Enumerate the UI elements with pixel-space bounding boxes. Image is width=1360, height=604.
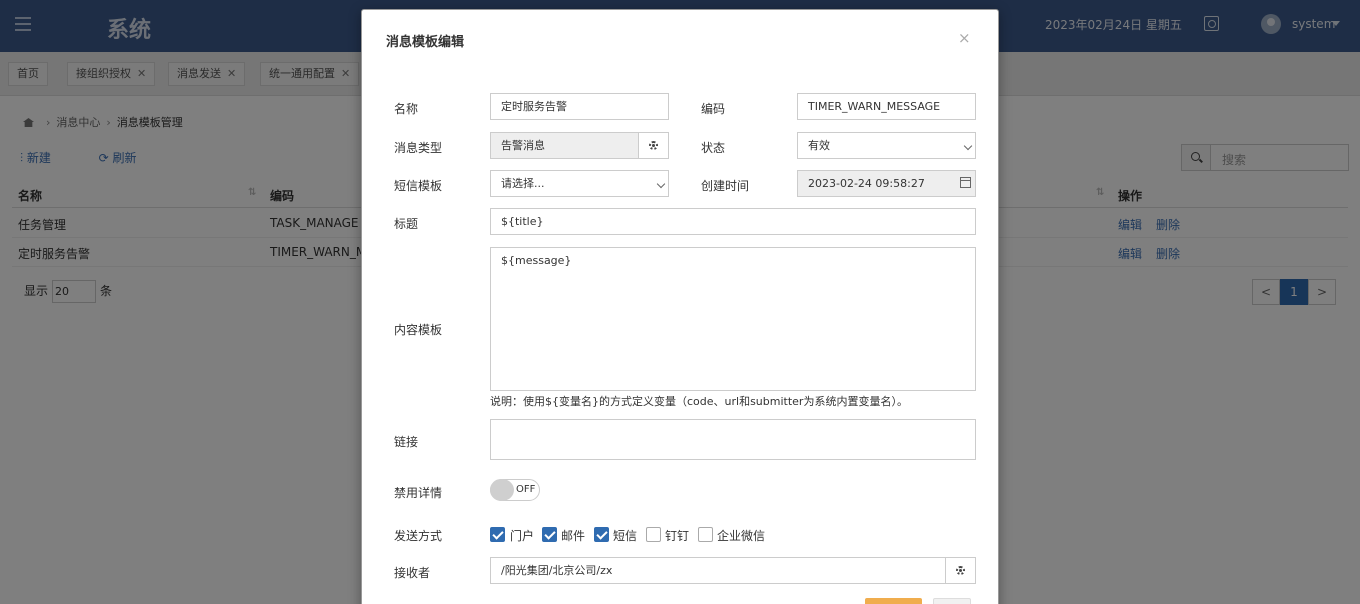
sms-template-select[interactable]: 请选择... — [490, 170, 669, 197]
name-label: 名称 — [394, 102, 419, 116]
dingtalk-label: 钉钉 — [665, 529, 690, 543]
created-time-label: 创建时间 — [701, 179, 750, 193]
gear-icon — [649, 141, 658, 150]
sms-template-value: 请选择... — [501, 177, 545, 190]
receiver-label: 接收者 — [394, 566, 431, 580]
code-label: 编码 — [701, 102, 726, 116]
code-field[interactable]: TIMER_WARN_MESSAGE — [797, 93, 976, 120]
send-method-label: 发送方式 — [394, 529, 443, 543]
subject-label: 标题 — [394, 217, 419, 231]
status-value: 有效 — [808, 139, 830, 152]
chevron-down-icon — [963, 141, 973, 151]
cancel-button[interactable] — [933, 598, 971, 604]
email-checkbox[interactable] — [542, 527, 557, 542]
dialog-title: 消息模板编辑 — [386, 35, 465, 50]
message-type-field[interactable]: 告警消息 — [490, 132, 639, 159]
chevron-down-icon — [656, 179, 666, 189]
disable-detail-label: 禁用详情 — [394, 486, 443, 500]
dingtalk-checkbox[interactable] — [646, 527, 661, 542]
gear-icon — [956, 566, 965, 575]
message-type-label: 消息类型 — [394, 141, 443, 155]
close-icon[interactable]: × — [958, 29, 971, 47]
toggle-knob — [490, 479, 514, 501]
link-label: 链接 — [394, 435, 419, 449]
save-button[interactable] — [865, 598, 922, 604]
created-time-value: 2023-02-24 09:58:27 — [808, 177, 925, 190]
portal-checkbox[interactable] — [490, 527, 505, 542]
name-field[interactable]: 定时服务告警 — [490, 93, 669, 120]
wecom-checkbox[interactable] — [698, 527, 713, 542]
message-type-picker-button[interactable] — [638, 132, 669, 159]
receiver-picker-button[interactable] — [945, 557, 976, 584]
status-select[interactable]: 有效 — [797, 132, 976, 159]
sms-label: 短信 — [613, 529, 638, 543]
receiver-field[interactable]: /阳光集团/北京公司/zx — [490, 557, 946, 584]
link-textarea[interactable] — [490, 419, 976, 460]
portal-label: 门户 — [510, 529, 535, 543]
created-time-field: 2023-02-24 09:58:27 — [797, 170, 976, 197]
calendar-icon — [960, 177, 971, 188]
wecom-label: 企业微信 — [717, 529, 766, 543]
toggle-state: OFF — [516, 484, 536, 495]
sms-checkbox[interactable] — [594, 527, 609, 542]
email-label: 邮件 — [561, 529, 586, 543]
content-hint: 说明：使用${变量名}的方式定义变量（code、url和submitter为系统… — [490, 395, 908, 408]
subject-field[interactable]: ${title} — [490, 208, 976, 235]
status-label: 状态 — [701, 141, 726, 155]
send-method-group: 门户 邮件 短信 钉钉 企业微信 — [490, 527, 790, 543]
template-edit-dialog: 消息模板编辑 × 名称 定时服务告警 编码 TIMER_WARN_MESSAGE… — [361, 9, 999, 604]
content-label: 内容模板 — [394, 323, 443, 337]
disable-detail-toggle[interactable]: OFF — [490, 479, 540, 501]
content-textarea[interactable]: ${message} — [490, 247, 976, 391]
sms-template-label: 短信模板 — [394, 179, 443, 193]
